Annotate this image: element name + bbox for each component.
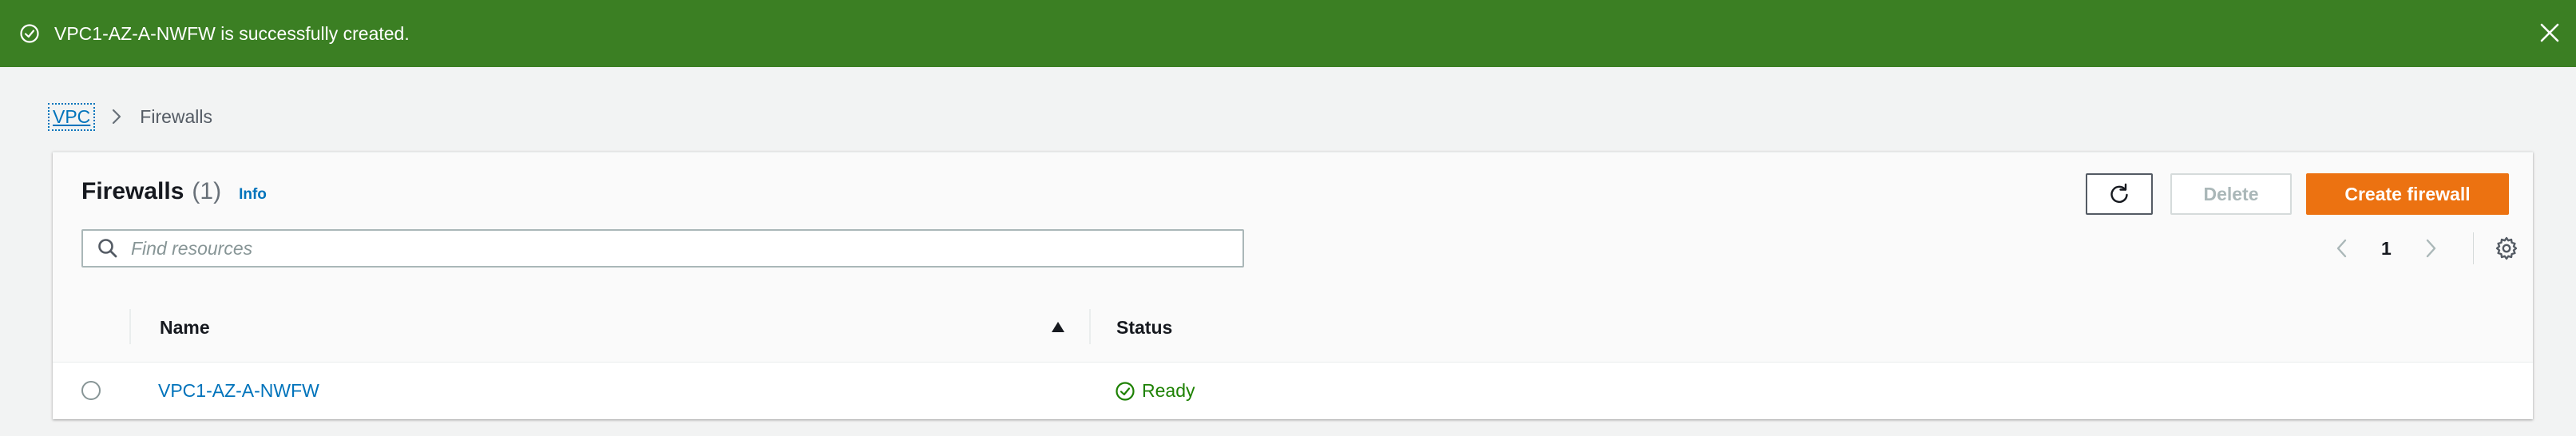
breadcrumb-current: Firewalls <box>140 105 213 127</box>
column-header-name[interactable]: Name <box>160 293 210 362</box>
chevron-right-icon <box>2426 239 2435 258</box>
search-box[interactable] <box>81 229 1244 268</box>
chevron-right-icon <box>113 109 121 125</box>
column-divider <box>129 309 131 344</box>
delete-button[interactable]: Delete <box>2170 173 2292 215</box>
page-title: Firewalls (1) Info <box>81 178 267 205</box>
success-flash-banner: VPC1-AZ-A-NWFW is successfully created. <box>0 0 2576 67</box>
status-ok-icon <box>1116 381 1135 401</box>
table-header-row: Name Status <box>53 293 2533 363</box>
search-input[interactable] <box>131 237 1233 260</box>
sort-ascending-icon[interactable] <box>1048 317 1068 338</box>
table-row[interactable]: VPC1-AZ-A-NWFW Ready <box>53 363 2533 419</box>
refresh-icon <box>2110 183 2128 204</box>
status-badge: Ready <box>1115 363 1195 419</box>
create-firewall-button[interactable]: Create firewall <box>2306 173 2509 215</box>
breadcrumb-link-vpc[interactable]: VPC <box>47 102 96 131</box>
success-check-icon <box>20 24 39 43</box>
row-select-radio[interactable] <box>81 381 101 400</box>
breadcrumb: VPC Firewalls <box>47 101 213 133</box>
previous-page-button[interactable] <box>2330 236 2354 260</box>
current-page-number[interactable]: 1 <box>2381 238 2392 260</box>
next-page-button[interactable] <box>2419 236 2443 260</box>
info-link[interactable]: Info <box>239 186 267 204</box>
firewalls-table-panel: Firewalls (1) Info Delete Create firewal… <box>53 152 2533 419</box>
panel-header: Firewalls (1) Info Delete Create firewal… <box>53 153 2533 294</box>
refresh-button[interactable] <box>2086 173 2153 215</box>
status-text: Ready <box>1142 380 1195 401</box>
pagination: 1 <box>2330 229 2520 268</box>
panel-title-text: Firewalls <box>81 178 184 204</box>
column-divider[interactable] <box>1089 309 1091 344</box>
resource-count: (1) <box>192 178 222 204</box>
preferences-button[interactable] <box>2493 235 2520 262</box>
firewall-name-link[interactable]: VPC1-AZ-A-NWFW <box>158 363 319 419</box>
dismiss-flash-button[interactable] <box>2536 19 2563 46</box>
gear-icon <box>2495 236 2517 260</box>
flash-message: VPC1-AZ-A-NWFW is successfully created. <box>54 22 410 44</box>
column-header-status[interactable]: Status <box>1116 293 1172 362</box>
pager-divider <box>2472 232 2474 264</box>
close-icon <box>2540 23 2559 42</box>
search-icon <box>98 239 117 258</box>
chevron-left-icon <box>2336 239 2347 258</box>
